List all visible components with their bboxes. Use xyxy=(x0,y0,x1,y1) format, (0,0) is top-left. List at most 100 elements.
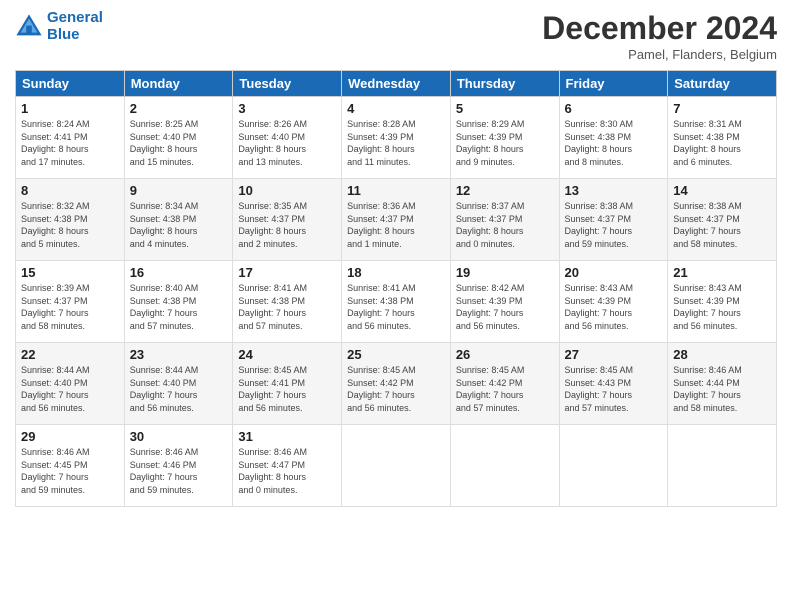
page: General Blue December 2024 Pamel, Flande… xyxy=(0,0,792,612)
day-number: 8 xyxy=(21,183,119,198)
day-number: 17 xyxy=(238,265,336,280)
day-info: Sunrise: 8:46 AM Sunset: 4:44 PM Dayligh… xyxy=(673,364,771,414)
table-row: 29Sunrise: 8:46 AM Sunset: 4:45 PM Dayli… xyxy=(16,425,125,507)
day-info: Sunrise: 8:38 AM Sunset: 4:37 PM Dayligh… xyxy=(673,200,771,250)
day-number: 28 xyxy=(673,347,771,362)
day-info: Sunrise: 8:37 AM Sunset: 4:37 PM Dayligh… xyxy=(456,200,554,250)
table-row: 30 Sunrise: 8:46 AM Sunset: 4:46 PM Dayli… xyxy=(124,425,233,507)
table-row: 12 Sunrise: 8:37 AM Sunset: 4:37 PM Dayli… xyxy=(450,179,559,261)
day-info: Sunrise: 8:36 AM Sunset: 4:37 PM Dayligh… xyxy=(347,200,445,250)
calendar-row: 29Sunrise: 8:46 AM Sunset: 4:45 PM Dayli… xyxy=(16,425,777,507)
table-row: 21 Sunrise: 8:43 AM Sunset: 4:39 PM Dayli… xyxy=(668,261,777,343)
day-info: Sunrise: 8:34 AM Sunset: 4:38 PM Dayligh… xyxy=(130,200,228,250)
col-tuesday: Tuesday xyxy=(233,71,342,97)
day-info: Sunrise: 8:45 AM Sunset: 4:42 PM Dayligh… xyxy=(347,364,445,414)
calendar-table: Sunday Monday Tuesday Wednesday Thursday… xyxy=(15,70,777,507)
day-number: 11 xyxy=(347,183,445,198)
table-row: 25 Sunrise: 8:45 AM Sunset: 4:42 PM Dayli… xyxy=(342,343,451,425)
col-saturday: Saturday xyxy=(668,71,777,97)
day-info: Sunrise: 8:42 AM Sunset: 4:39 PM Dayligh… xyxy=(456,282,554,332)
day-info: Sunrise: 8:45 AM Sunset: 4:42 PM Dayligh… xyxy=(456,364,554,414)
col-monday: Monday xyxy=(124,71,233,97)
day-number: 26 xyxy=(456,347,554,362)
table-row: 10Sunrise: 8:35 AM Sunset: 4:37 PM Dayli… xyxy=(233,179,342,261)
col-sunday: Sunday xyxy=(16,71,125,97)
day-info: Sunrise: 8:30 AM Sunset: 4:38 PM Dayligh… xyxy=(565,118,663,168)
day-number: 27 xyxy=(565,347,663,362)
table-row: 20Sunrise: 8:43 AM Sunset: 4:39 PM Dayli… xyxy=(559,261,668,343)
col-thursday: Thursday xyxy=(450,71,559,97)
logo-text: General Blue xyxy=(47,10,103,43)
table-row: 7Sunrise: 8:31 AM Sunset: 4:38 PM Daylig… xyxy=(668,97,777,179)
day-info: Sunrise: 8:41 AM Sunset: 4:38 PM Dayligh… xyxy=(238,282,336,332)
calendar-row: 1 Sunrise: 8:24 AM Sunset: 4:41 PM Daylig… xyxy=(16,97,777,179)
table-row: 19 Sunrise: 8:42 AM Sunset: 4:39 PM Dayli… xyxy=(450,261,559,343)
day-info: Sunrise: 8:39 AM Sunset: 4:37 PM Dayligh… xyxy=(21,282,119,332)
calendar-body: 1 Sunrise: 8:24 AM Sunset: 4:41 PM Daylig… xyxy=(16,97,777,507)
table-row: 31Sunrise: 8:46 AM Sunset: 4:47 PM Dayli… xyxy=(233,425,342,507)
table-row: 3 Sunrise: 8:26 AM Sunset: 4:40 PM Daylig… xyxy=(233,97,342,179)
day-number: 30 xyxy=(130,429,228,444)
day-info: Sunrise: 8:46 AM Sunset: 4:47 PM Dayligh… xyxy=(238,446,336,496)
table-row: 22 Sunrise: 8:44 AM Sunset: 4:40 PM Dayli… xyxy=(16,343,125,425)
table-row xyxy=(668,425,777,507)
table-row: 11 Sunrise: 8:36 AM Sunset: 4:37 PM Dayli… xyxy=(342,179,451,261)
col-friday: Friday xyxy=(559,71,668,97)
table-row: 26 Sunrise: 8:45 AM Sunset: 4:42 PM Dayli… xyxy=(450,343,559,425)
day-info: Sunrise: 8:45 AM Sunset: 4:43 PM Dayligh… xyxy=(565,364,663,414)
day-number: 23 xyxy=(130,347,228,362)
day-info: Sunrise: 8:32 AM Sunset: 4:38 PM Dayligh… xyxy=(21,200,119,250)
day-info: Sunrise: 8:26 AM Sunset: 4:40 PM Dayligh… xyxy=(238,118,336,168)
day-number: 4 xyxy=(347,101,445,116)
calendar-row: 15 Sunrise: 8:39 AM Sunset: 4:37 PM Dayli… xyxy=(16,261,777,343)
day-number: 5 xyxy=(456,101,554,116)
header: General Blue December 2024 Pamel, Flande… xyxy=(15,10,777,62)
table-row: 4 Sunrise: 8:28 AM Sunset: 4:39 PM Daylig… xyxy=(342,97,451,179)
day-number: 29 xyxy=(21,429,119,444)
month-title: December 2024 xyxy=(542,10,777,47)
day-number: 13 xyxy=(565,183,663,198)
day-number: 21 xyxy=(673,265,771,280)
day-info: Sunrise: 8:38 AM Sunset: 4:37 PM Dayligh… xyxy=(565,200,663,250)
day-info: Sunrise: 8:45 AM Sunset: 4:41 PM Dayligh… xyxy=(238,364,336,414)
day-number: 6 xyxy=(565,101,663,116)
day-info: Sunrise: 8:44 AM Sunset: 4:40 PM Dayligh… xyxy=(130,364,228,414)
location-subtitle: Pamel, Flanders, Belgium xyxy=(542,47,777,62)
day-info: Sunrise: 8:43 AM Sunset: 4:39 PM Dayligh… xyxy=(565,282,663,332)
table-row: 1 Sunrise: 8:24 AM Sunset: 4:41 PM Daylig… xyxy=(16,97,125,179)
day-number: 3 xyxy=(238,101,336,116)
day-number: 19 xyxy=(456,265,554,280)
table-row: 28 Sunrise: 8:46 AM Sunset: 4:44 PM Dayli… xyxy=(668,343,777,425)
table-row: 8 Sunrise: 8:32 AM Sunset: 4:38 PM Daylig… xyxy=(16,179,125,261)
day-number: 14 xyxy=(673,183,771,198)
day-info: Sunrise: 8:43 AM Sunset: 4:39 PM Dayligh… xyxy=(673,282,771,332)
table-row: 17 Sunrise: 8:41 AM Sunset: 4:38 PM Dayli… xyxy=(233,261,342,343)
day-number: 15 xyxy=(21,265,119,280)
day-number: 25 xyxy=(347,347,445,362)
table-row: 9 Sunrise: 8:34 AM Sunset: 4:38 PM Daylig… xyxy=(124,179,233,261)
day-info: Sunrise: 8:24 AM Sunset: 4:41 PM Dayligh… xyxy=(21,118,119,168)
table-row: 14 Sunrise: 8:38 AM Sunset: 4:37 PM Dayli… xyxy=(668,179,777,261)
day-number: 16 xyxy=(130,265,228,280)
day-info: Sunrise: 8:44 AM Sunset: 4:40 PM Dayligh… xyxy=(21,364,119,414)
day-number: 24 xyxy=(238,347,336,362)
table-row: 16Sunrise: 8:40 AM Sunset: 4:38 PM Dayli… xyxy=(124,261,233,343)
table-row xyxy=(450,425,559,507)
table-row: 5 Sunrise: 8:29 AM Sunset: 4:39 PM Daylig… xyxy=(450,97,559,179)
col-wednesday: Wednesday xyxy=(342,71,451,97)
day-number: 1 xyxy=(21,101,119,116)
table-row: 13 Sunrise: 8:38 AM Sunset: 4:37 PM Dayli… xyxy=(559,179,668,261)
table-row xyxy=(342,425,451,507)
day-number: 9 xyxy=(130,183,228,198)
day-info: Sunrise: 8:46 AM Sunset: 4:46 PM Dayligh… xyxy=(130,446,228,496)
day-info: Sunrise: 8:29 AM Sunset: 4:39 PM Dayligh… xyxy=(456,118,554,168)
day-info: Sunrise: 8:28 AM Sunset: 4:39 PM Dayligh… xyxy=(347,118,445,168)
table-row: 6 Sunrise: 8:30 AM Sunset: 4:38 PM Daylig… xyxy=(559,97,668,179)
table-row: 15 Sunrise: 8:39 AM Sunset: 4:37 PM Dayli… xyxy=(16,261,125,343)
day-number: 22 xyxy=(21,347,119,362)
day-number: 12 xyxy=(456,183,554,198)
table-row: 2Sunrise: 8:25 AM Sunset: 4:40 PM Daylig… xyxy=(124,97,233,179)
table-row: 23 Sunrise: 8:44 AM Sunset: 4:40 PM Dayli… xyxy=(124,343,233,425)
logo-icon xyxy=(15,13,43,41)
day-number: 7 xyxy=(673,101,771,116)
